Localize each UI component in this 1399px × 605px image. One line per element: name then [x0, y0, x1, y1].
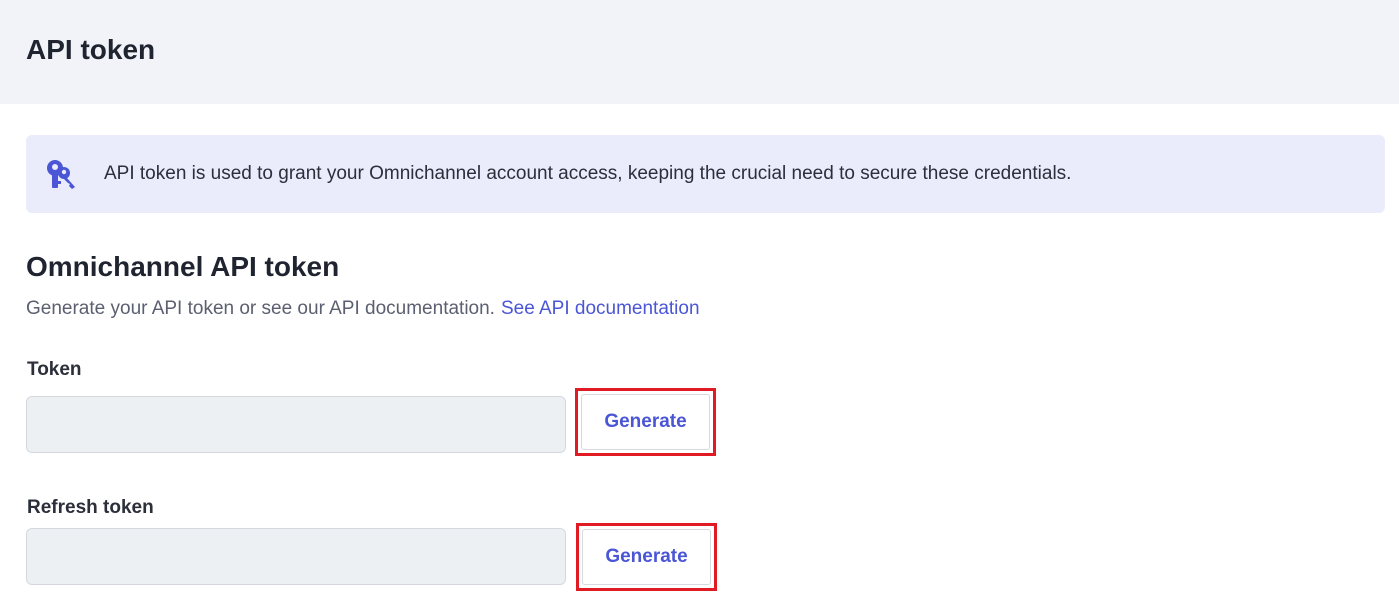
token-generate-highlight: Generate [575, 388, 716, 456]
page-title: API token [26, 34, 156, 65]
token-label: Token [27, 359, 82, 380]
section-title: Omnichannel API token [26, 251, 340, 282]
section-description-text: Generate your API token or see our API d… [26, 298, 495, 319]
refresh-token-field[interactable] [26, 528, 566, 585]
refresh-token-label: Refresh token [27, 497, 154, 518]
generate-token-button[interactable]: Generate [581, 394, 710, 450]
refresh-token-generate-highlight: Generate [576, 523, 717, 591]
info-banner: API token is used to grant your Omnichan… [26, 135, 1385, 213]
token-field[interactable] [26, 396, 566, 453]
page-header: API token [0, 0, 1399, 104]
section-description: Generate your API token or see our API d… [26, 297, 700, 321]
keys-icon [44, 157, 78, 191]
info-banner-text: API token is used to grant your Omnichan… [104, 163, 1072, 184]
api-documentation-link[interactable]: See API documentation [501, 298, 700, 319]
generate-refresh-token-button[interactable]: Generate [582, 529, 711, 585]
